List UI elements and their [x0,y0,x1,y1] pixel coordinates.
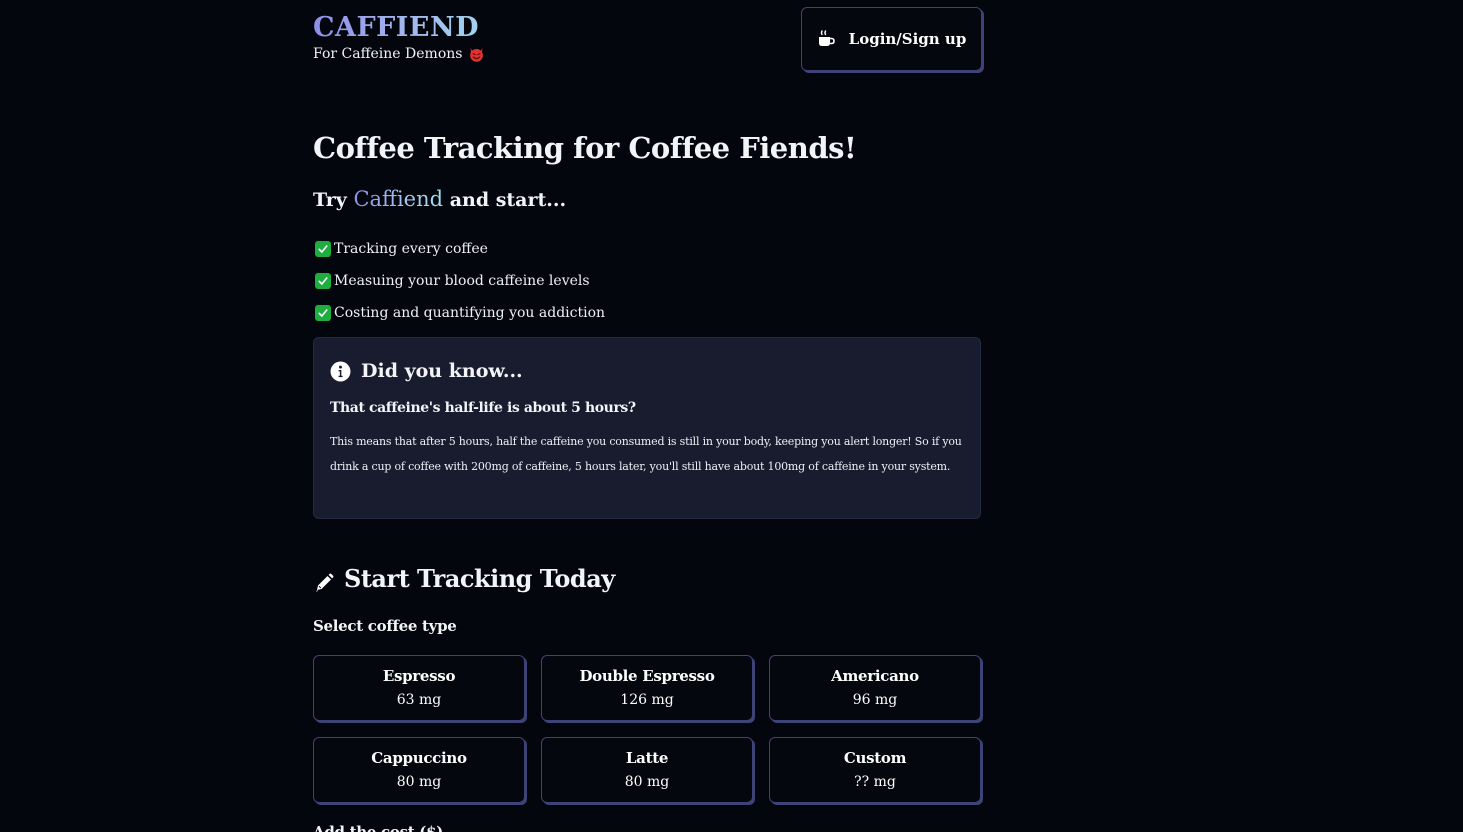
fact-heading: Did you know... [330,357,523,385]
feature-list: Tracking every coffee Measuing your bloo… [315,233,605,329]
coffee-caffeine: 80 mg [396,774,442,790]
coffee-option-cappuccino[interactable]: Cappuccino 80 mg [313,737,525,803]
mug-hot-icon [817,30,837,48]
login-label: Login/Sign up [848,30,967,48]
coffee-type-grid: Espresso 63 mg Double Espresso 126 mg Am… [313,655,982,803]
tagline-text: For Caffeine Demons [313,46,463,62]
coffee-caffeine: 80 mg [624,774,670,790]
coffee-caffeine: ?? mg [854,774,896,790]
coffee-option-latte[interactable]: Latte 80 mg [541,737,753,803]
coffee-name: Double Espresso [579,667,715,685]
hero-sub-brand: Caffiend [353,187,444,211]
coffee-caffeine: 126 mg [620,692,674,708]
smiling-devil-icon [468,46,485,63]
fact-body: This means that after 5 hours, half the … [330,435,962,473]
hero-subtitle: Try Caffiend and start... [313,185,566,214]
did-you-know-card: Did you know... That caffeine's half-lif… [313,337,981,519]
brand-tagline: For Caffeine Demons [313,45,485,63]
start-tracking-heading: Start Tracking Today [313,561,615,597]
coffee-name: Custom [843,749,907,767]
fact-question: That caffeine's half-life is about 5 hou… [330,400,636,416]
coffee-name: Latte [625,749,669,767]
feature-text: Measuing your blood caffeine levels [334,273,590,289]
coffee-option-americano[interactable]: Americano 96 mg [769,655,981,721]
info-circle-icon [330,361,351,382]
hero-sub-suffix: and start... [449,189,567,211]
login-signup-button[interactable]: Login/Sign up [801,7,982,71]
feature-item: Tracking every coffee [315,233,605,265]
feature-text: Tracking every coffee [334,241,488,257]
coffee-caffeine: 96 mg [852,692,898,708]
feature-item: Costing and quantifying you addiction [315,297,605,329]
hero-title: Coffee Tracking for Coffee Fiends! [313,131,857,165]
brand: CAFFIEND For Caffeine Demons [313,11,485,63]
check-mark-icon [315,273,331,289]
coffee-option-espresso[interactable]: Espresso 63 mg [313,655,525,721]
app-page: CAFFIEND For Caffeine Demons Login/Sign … [0,0,1463,832]
pencil-icon [313,568,335,592]
hero-sub-prefix: Try [313,189,347,211]
check-mark-icon [315,241,331,257]
coffee-caffeine: 63 mg [396,692,442,708]
select-coffee-label: Select coffee type [313,617,457,635]
add-cost-label: Add the cost ($) [313,823,444,832]
coffee-option-double-espresso[interactable]: Double Espresso 126 mg [541,655,753,721]
coffee-name: Americano [831,667,919,685]
check-mark-icon [315,305,331,321]
coffee-option-custom[interactable]: Custom ?? mg [769,737,981,803]
coffee-name: Espresso [382,667,456,685]
fact-heading-text: Did you know... [361,360,523,382]
brand-title: CAFFIEND [313,11,485,45]
feature-item: Measuing your blood caffeine levels [315,265,605,297]
coffee-name: Cappuccino [371,749,467,767]
start-tracking-text: Start Tracking Today [344,564,615,593]
feature-text: Costing and quantifying you addiction [334,305,606,321]
